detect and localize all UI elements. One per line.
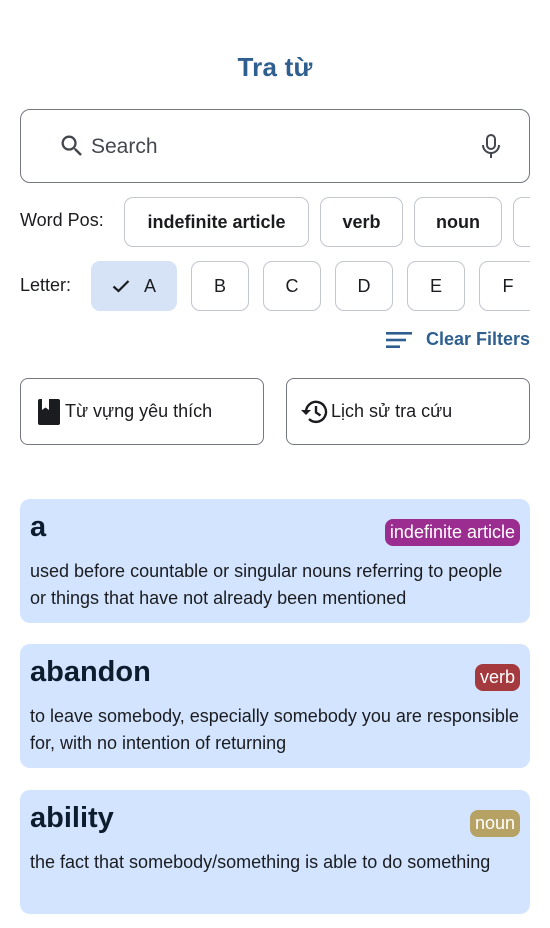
pos-badge: indefinite article bbox=[384, 519, 520, 546]
book-icon bbox=[38, 398, 60, 425]
word-definition: to leave somebody, especially somebody y… bbox=[30, 706, 519, 753]
letter-chip-c[interactable]: C bbox=[263, 261, 321, 311]
word-card-ability[interactable]: ability noun the fact that somebody/some… bbox=[20, 790, 530, 914]
pos-chip-more[interactable] bbox=[513, 197, 530, 247]
pos-badge: noun bbox=[469, 810, 520, 837]
letter-chip-label: A bbox=[143, 275, 156, 296]
word-pos-label: Word Pos: bbox=[20, 210, 104, 230]
pos-chip-indefinite-article[interactable]: indefinite article bbox=[124, 197, 309, 247]
letter-chip-a[interactable]: A bbox=[91, 261, 177, 311]
microphone-icon[interactable] bbox=[479, 133, 503, 161]
word-text: ability bbox=[30, 802, 114, 834]
letter-label: Letter: bbox=[20, 275, 72, 295]
clear-filters-label: Clear Filters bbox=[425, 329, 530, 349]
word-definition: the fact that somebody/something is able… bbox=[30, 852, 491, 872]
word-definition: used before countable or singular nouns … bbox=[30, 561, 503, 608]
history-icon bbox=[301, 400, 328, 423]
filter-list-icon bbox=[385, 331, 412, 348]
pos-chip-noun[interactable]: noun bbox=[414, 197, 502, 247]
letter-chip-f[interactable]: F bbox=[479, 261, 530, 311]
search-bar[interactable] bbox=[20, 109, 530, 183]
search-history-label: Lịch sử tra cứu bbox=[331, 401, 453, 421]
search-history-button[interactable]: Lịch sử tra cứu bbox=[286, 378, 530, 445]
word-card-abandon[interactable]: abandon verb to leave somebody, especial… bbox=[20, 644, 530, 768]
clear-filters-button[interactable]: Clear Filters bbox=[385, 329, 530, 350]
pos-chip-row: indefinite article verb noun bbox=[124, 197, 530, 247]
search-input[interactable] bbox=[89, 132, 469, 162]
favorite-words-button[interactable]: Từ vựng yêu thích bbox=[20, 378, 264, 445]
favorite-words-label: Từ vựng yêu thích bbox=[65, 401, 213, 421]
page-title: Tra từ bbox=[237, 52, 313, 82]
letter-chip-e[interactable]: E bbox=[407, 261, 465, 311]
pos-badge: verb bbox=[474, 664, 520, 691]
letter-chip-row: A B C D E F bbox=[91, 261, 530, 311]
search-icon bbox=[61, 135, 82, 156]
word-text: abandon bbox=[30, 656, 151, 688]
letter-chip-b[interactable]: B bbox=[191, 261, 249, 311]
word-text: a bbox=[30, 511, 47, 543]
check-icon bbox=[112, 280, 130, 293]
pos-chip-verb[interactable]: verb bbox=[320, 197, 403, 247]
letter-chip-d[interactable]: D bbox=[335, 261, 393, 311]
word-card-a[interactable]: a indefinite article used before countab… bbox=[20, 499, 530, 623]
